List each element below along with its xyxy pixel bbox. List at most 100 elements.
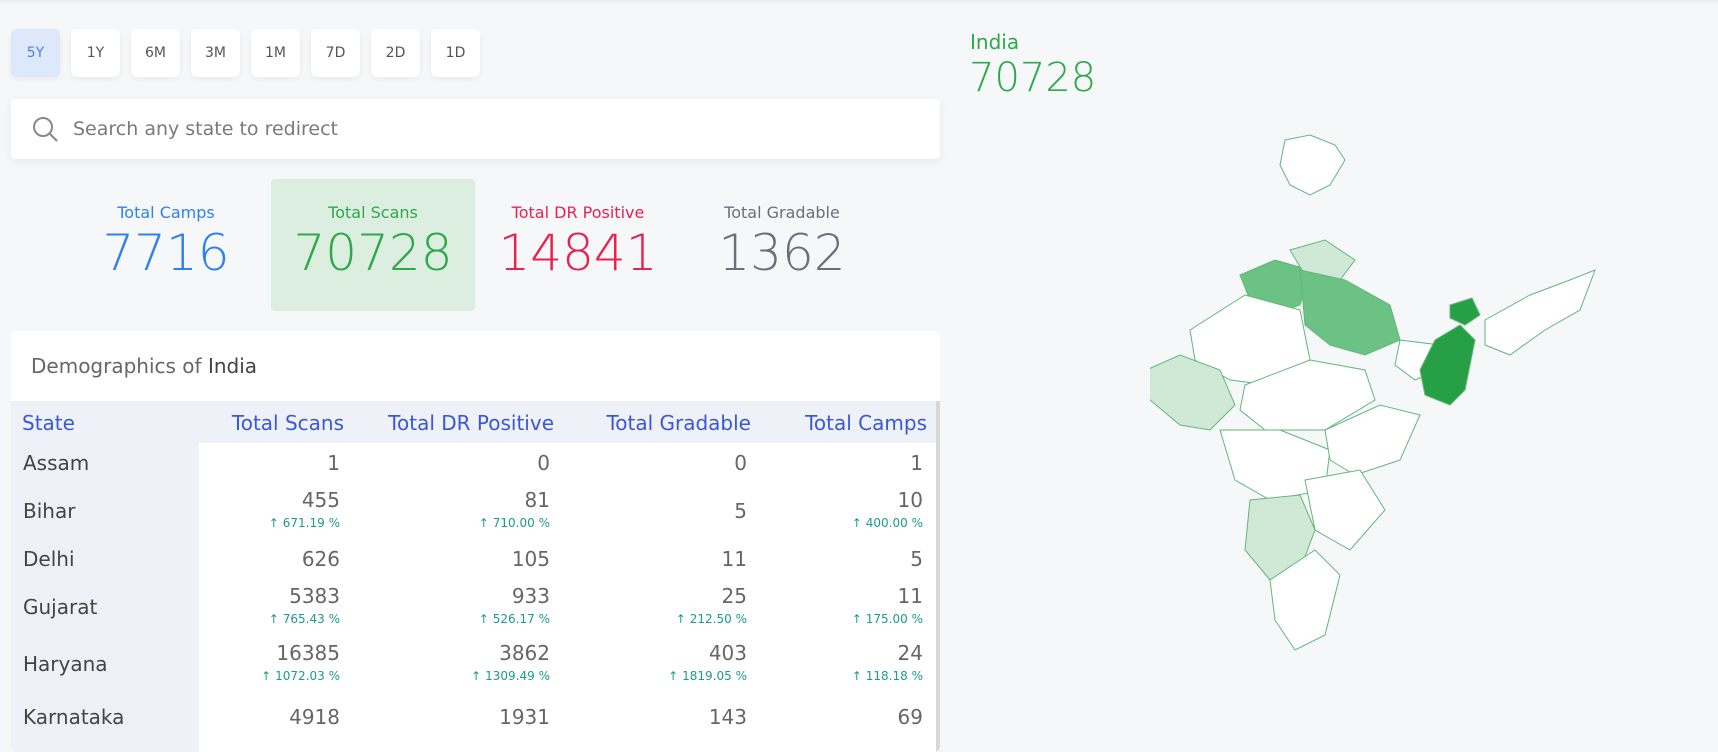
cell-value: 5 — [734, 498, 747, 523]
cell-value: 105 — [511, 546, 550, 571]
change-percent: ↑ 212.50 % — [676, 612, 747, 626]
table-cell: 933 ↑ 526.17 % — [479, 584, 550, 626]
header-state[interactable]: State — [22, 411, 75, 435]
arrow-up-icon: ↑ — [261, 669, 272, 683]
state-name[interactable]: Karnataka — [23, 705, 124, 729]
change-value: 1819.05 % — [682, 669, 747, 683]
header-total-dr-positive[interactable]: Total DR Positive — [388, 411, 554, 435]
map-region-northeast[interactable] — [1484, 269, 1596, 356]
range-button-5y[interactable]: 5Y — [11, 29, 60, 77]
table-cell: 4918 — [289, 705, 340, 729]
arrow-up-icon: ↑ — [268, 612, 279, 626]
range-button-3m[interactable]: 3M — [191, 29, 240, 77]
top-divider — [0, 0, 1718, 3]
table-scrollbar[interactable] — [936, 401, 940, 752]
change-value: 765.43 % — [282, 612, 340, 626]
india-map[interactable] — [1150, 130, 1710, 690]
stat-total-scans[interactable]: Total Scans 70728 — [271, 179, 475, 311]
table-cell: 105 — [512, 547, 550, 571]
arrow-up-icon: ↑ — [471, 669, 482, 683]
table-cell: 0 — [734, 451, 747, 475]
change-value: 400.00 % — [865, 516, 923, 530]
stat-value: 7716 — [102, 224, 230, 282]
state-name[interactable]: Bihar — [23, 499, 75, 523]
state-name[interactable]: Gujarat — [23, 595, 97, 619]
stat-value: 1362 — [718, 224, 846, 282]
demographics-region: India — [207, 354, 258, 378]
change-percent: ↑ 1309.49 % — [471, 669, 550, 683]
table-cell: 3862 ↑ 1309.49 % — [471, 641, 550, 683]
cell-value: 4918 — [289, 705, 340, 729]
table-cell: 403 ↑ 1819.05 % — [668, 641, 747, 683]
table-row[interactable]: Assam 1 0 0 1 — [11, 443, 936, 482]
stat-label: Total Scans — [328, 203, 418, 222]
map-region-west-bengal[interactable] — [1419, 324, 1476, 406]
range-button-2d[interactable]: 2D — [371, 29, 420, 77]
map-region-sikkim[interactable] — [1449, 297, 1481, 326]
search-icon — [33, 117, 58, 142]
table-cell: 25 ↑ 212.50 % — [676, 584, 747, 626]
map-region-uttar-pradesh[interactable] — [1299, 269, 1401, 356]
stat-total-dr-positive[interactable]: Total DR Positive 14841 — [476, 179, 680, 311]
table-cell: 69 — [898, 705, 923, 729]
change-percent: ↑ 526.17 % — [479, 612, 550, 626]
range-button-7d[interactable]: 7D — [311, 29, 360, 77]
arrow-up-icon: ↑ — [668, 669, 679, 683]
cell-value: 1 — [327, 450, 340, 475]
demographics-title-prefix: Demographics of — [31, 354, 202, 378]
change-value: 671.19 % — [282, 516, 340, 530]
map-region-north[interactable] — [1279, 134, 1346, 196]
table-cell: 10 ↑ 400.00 % — [852, 488, 923, 530]
arrow-up-icon: ↑ — [851, 669, 862, 683]
cell-value: 143 — [708, 705, 747, 729]
table-row[interactable]: Bihar 455 ↑ 671.19 % 81 ↑ 710.00 % 5 10 ↑ 400.00 % — [11, 482, 936, 539]
change-value: 175.00 % — [865, 612, 923, 626]
map-region-value: 70728 — [969, 55, 1097, 101]
cell-value: 11 — [721, 546, 747, 571]
header-total-camps[interactable]: Total Camps — [805, 411, 927, 435]
demographics-title: Demographics of India — [11, 331, 940, 401]
header-total-scans[interactable]: Total Scans — [232, 411, 344, 435]
cell-value: 933 — [511, 584, 550, 608]
cell-value: 5 — [910, 546, 923, 571]
map-region-label: India — [970, 30, 1020, 54]
table-cell: 5383 ↑ 765.43 % — [269, 584, 340, 626]
table-cell: 24 ↑ 118.18 % — [852, 641, 923, 683]
arrow-up-icon: ↑ — [268, 516, 279, 530]
arrow-up-icon: ↑ — [478, 612, 489, 626]
arrow-up-icon: ↑ — [478, 516, 489, 530]
cell-value: 24 — [897, 641, 923, 665]
state-name[interactable]: Haryana — [23, 652, 108, 676]
map-region-andhra-telangana[interactable] — [1304, 469, 1386, 551]
stat-total-camps: Total Camps 7716 — [64, 179, 268, 311]
range-button-6m[interactable]: 6M — [131, 29, 180, 77]
stat-label: Total Camps — [117, 203, 215, 222]
table-cell: 11 — [722, 547, 747, 571]
range-button-1y[interactable]: 1Y — [71, 29, 120, 77]
stat-total-gradable[interactable]: Total Gradable 1362 — [680, 179, 884, 311]
table-cell: 11 ↑ 175.00 % — [852, 584, 923, 626]
cell-value: 11 — [897, 584, 923, 608]
search-input[interactable] — [71, 117, 915, 141]
cell-value: 1 — [910, 450, 923, 475]
cell-value: 0 — [734, 450, 747, 475]
range-button-1d[interactable]: 1D — [431, 29, 480, 77]
state-search-bar[interactable] — [11, 99, 940, 159]
cell-value: 455 — [301, 488, 340, 512]
cell-value: 10 — [897, 488, 923, 512]
change-value: 1072.03 % — [275, 669, 340, 683]
arrow-up-icon: ↑ — [851, 612, 862, 626]
state-name[interactable]: Assam — [23, 451, 89, 475]
table-row[interactable]: Gujarat 5383 ↑ 765.43 % 933 ↑ 526.17 % 25 ↑ 212.5… — [11, 578, 936, 635]
change-value: 710.00 % — [492, 516, 550, 530]
change-percent: ↑ 710.00 % — [479, 516, 550, 530]
table-row[interactable]: Karnataka 4918 1931 143 69 — [11, 692, 936, 742]
state-name[interactable]: Delhi — [23, 547, 75, 571]
table-cell: 143 — [709, 705, 747, 729]
table-row[interactable]: Delhi 626 105 11 5 — [11, 539, 936, 578]
range-button-1m[interactable]: 1M — [251, 29, 300, 77]
header-total-gradable[interactable]: Total Gradable — [606, 411, 751, 435]
change-value: 1309.49 % — [485, 669, 550, 683]
table-row[interactable]: Haryana 16385 ↑ 1072.03 % 3862 ↑ 1309.49 % 403 ↑… — [11, 635, 936, 692]
change-percent: ↑ 1819.05 % — [668, 669, 747, 683]
